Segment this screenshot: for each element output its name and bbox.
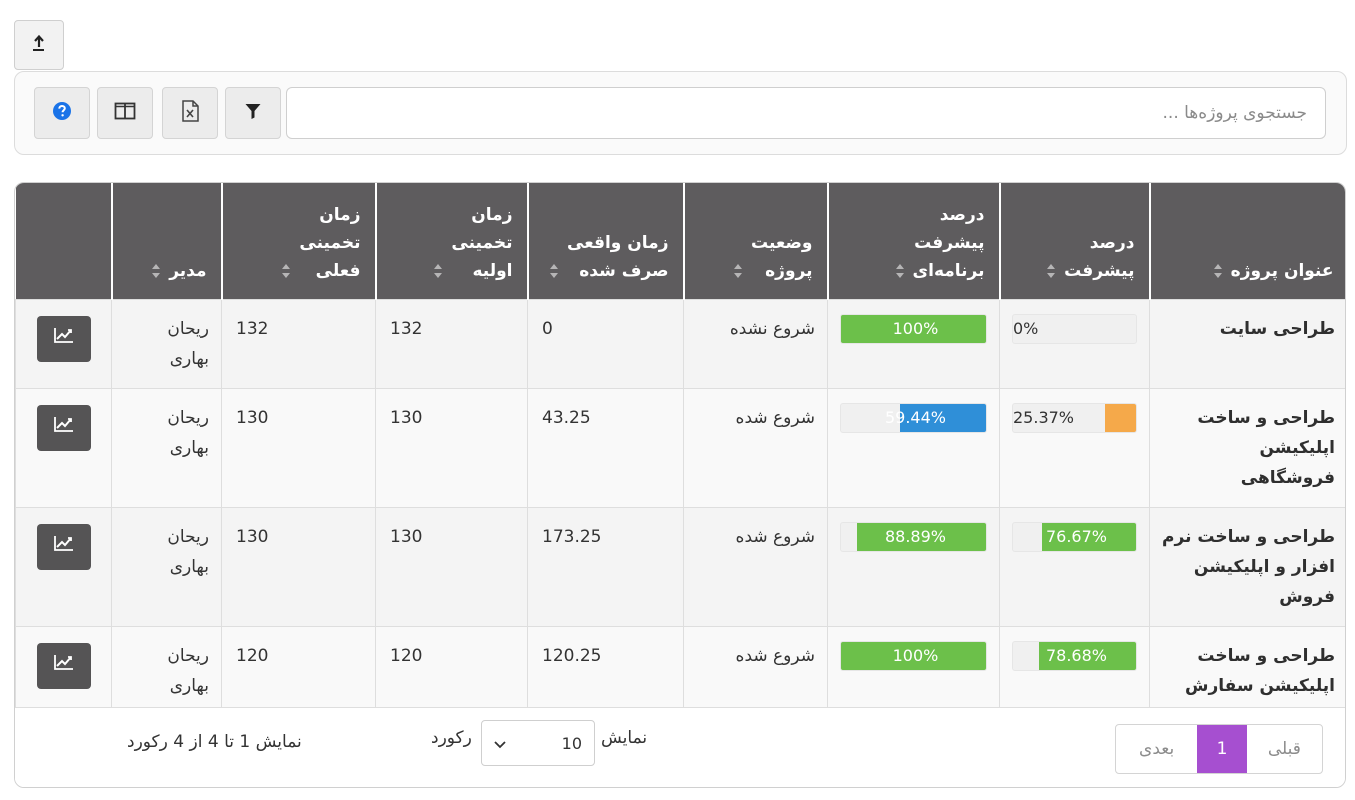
- initial-estimate: 130: [375, 506, 528, 627]
- sort-icon: [733, 263, 743, 279]
- planned-progress-bar: 100%: [840, 640, 987, 671]
- chart-line-icon: [53, 413, 75, 443]
- header-initial-estimate[interactable]: زمان تخمینی اولیه: [374, 183, 528, 299]
- actual-time: 173.25: [527, 506, 684, 627]
- planned-progress-bar: 88.89%: [840, 521, 987, 552]
- columns-icon: [114, 102, 136, 124]
- project-status: شروع نشده: [683, 298, 828, 389]
- table-row: طراحی و ساخت اپلیکیشن فروشگاهی 25.37% 59.4…: [15, 387, 1345, 508]
- header-actions: [15, 183, 112, 299]
- table-row: طراحی سایت 0% 100% شروع نشده 0 132 132 ریحان به…: [15, 298, 1345, 389]
- export-button[interactable]: [14, 20, 64, 70]
- page-size-value: 10: [561, 733, 582, 753]
- actual-time: 43.25: [527, 387, 684, 508]
- sort-icon: [549, 263, 559, 279]
- table-row: طراحی و ساخت نرم افزار و اپلیکیشن فروش 76…: [15, 506, 1345, 627]
- planned-progress: 100%: [827, 298, 1000, 389]
- prev-page-button[interactable]: قبلی: [1247, 725, 1322, 773]
- progress-bar: 78.68%: [1012, 640, 1137, 671]
- header-title[interactable]: عنوان پروژه: [1148, 183, 1345, 299]
- sort-icon: [1046, 263, 1056, 279]
- progress-label: 25.37%: [1013, 407, 1075, 427]
- planned-progress: 88.89%: [827, 506, 1000, 627]
- export-icon: [31, 34, 47, 56]
- sort-icon: [151, 263, 161, 279]
- header-manager[interactable]: مدیر: [110, 183, 222, 299]
- manager-name: ریحان بهاری: [111, 506, 222, 627]
- manager-name: ریحان بهاری: [111, 387, 222, 508]
- chart-button[interactable]: [36, 404, 91, 451]
- progress-bar: 0%: [1012, 313, 1137, 344]
- header-status[interactable]: وضعیت پروژه: [682, 183, 828, 299]
- chart-button[interactable]: [36, 642, 91, 689]
- actual-time: 0: [527, 298, 684, 389]
- actions-cell: [15, 506, 112, 627]
- progress: 76.67%: [999, 506, 1150, 627]
- sort-icon: [281, 263, 291, 279]
- actions-cell: [15, 387, 112, 508]
- progress-label: 78.68%: [1045, 645, 1107, 665]
- progress: 0%: [999, 298, 1150, 389]
- progress-bar: 25.37%: [1012, 402, 1137, 433]
- current-estimate: 130: [221, 506, 376, 627]
- sort-icon: [895, 263, 905, 279]
- project-title: طراحی و ساخت نرم افزار و اپلیکیشن فروش: [1149, 506, 1345, 627]
- planned-progress-label: 88.89%: [884, 526, 946, 546]
- chart-line-icon: [53, 324, 75, 354]
- filter-button[interactable]: [225, 87, 281, 139]
- columns-button[interactable]: [97, 87, 153, 139]
- planned-progress-label: 100%: [892, 318, 939, 338]
- planned-progress-bar: 100%: [840, 313, 987, 344]
- chevron-down-icon: [494, 734, 506, 753]
- header-current-estimate[interactable]: زمان تخمینی فعلی: [220, 183, 376, 299]
- initial-estimate: 132: [375, 298, 528, 389]
- header-progress[interactable]: درصد پیشرفت: [998, 183, 1150, 299]
- manager-name: ریحان بهاری: [111, 298, 222, 389]
- project-status: شروع شده: [683, 506, 828, 627]
- planned-progress-label: 100%: [892, 645, 939, 665]
- sort-icon: [1213, 263, 1223, 279]
- help-button[interactable]: [34, 87, 90, 139]
- chart-line-icon: [53, 532, 75, 562]
- sort-icon: [433, 263, 443, 279]
- filter-icon: [244, 102, 262, 124]
- project-status: شروع شده: [683, 387, 828, 508]
- planned-progress-bar: 59.44%: [840, 402, 987, 433]
- planned-progress: 59.44%: [827, 387, 1000, 508]
- pagination: بعدی 1 قبلی: [1115, 724, 1323, 774]
- chart-line-icon: [53, 651, 75, 681]
- progress-label: 76.67%: [1045, 526, 1107, 546]
- next-page-button[interactable]: بعدی: [1116, 725, 1197, 773]
- chart-button[interactable]: [36, 523, 91, 570]
- actions-cell: [15, 298, 112, 389]
- projects-table: عنوان پروژه درصد پیشرفت درصد پیشرفت برنامه‌…: [14, 182, 1346, 788]
- excel-file-icon: [181, 100, 199, 126]
- excel-export-button[interactable]: [162, 87, 218, 139]
- project-title: طراحی و ساخت اپلیکیشن فروشگاهی: [1149, 387, 1345, 508]
- records-label: رکورد: [431, 728, 472, 748]
- current-estimate: 132: [221, 298, 376, 389]
- table-footer: نمایش 1 تا 4 از 4 رکورد رکورد 10 نمایش ب…: [15, 707, 1345, 787]
- page-1-button[interactable]: 1: [1197, 725, 1247, 773]
- records-summary: نمایش 1 تا 4 از 4 رکورد: [127, 732, 302, 752]
- header-actual-time[interactable]: زمان واقعی صرف شده: [526, 183, 684, 299]
- search-input[interactable]: [286, 87, 1326, 139]
- toolbar: [14, 71, 1347, 155]
- show-label: نمایش: [601, 728, 648, 748]
- help-icon: [52, 101, 72, 125]
- header-planned-progress[interactable]: درصد پیشرفت برنامه‌ای: [826, 183, 1000, 299]
- current-estimate: 130: [221, 387, 376, 508]
- progress-bar: 76.67%: [1012, 521, 1137, 552]
- progress: 25.37%: [999, 387, 1150, 508]
- project-title: طراحی سایت: [1149, 298, 1345, 389]
- initial-estimate: 130: [375, 387, 528, 508]
- planned-progress-label: 59.44%: [884, 407, 946, 427]
- chart-button[interactable]: [36, 315, 91, 362]
- page-size-select[interactable]: 10: [481, 720, 595, 766]
- progress-label: 0%: [1013, 318, 1039, 338]
